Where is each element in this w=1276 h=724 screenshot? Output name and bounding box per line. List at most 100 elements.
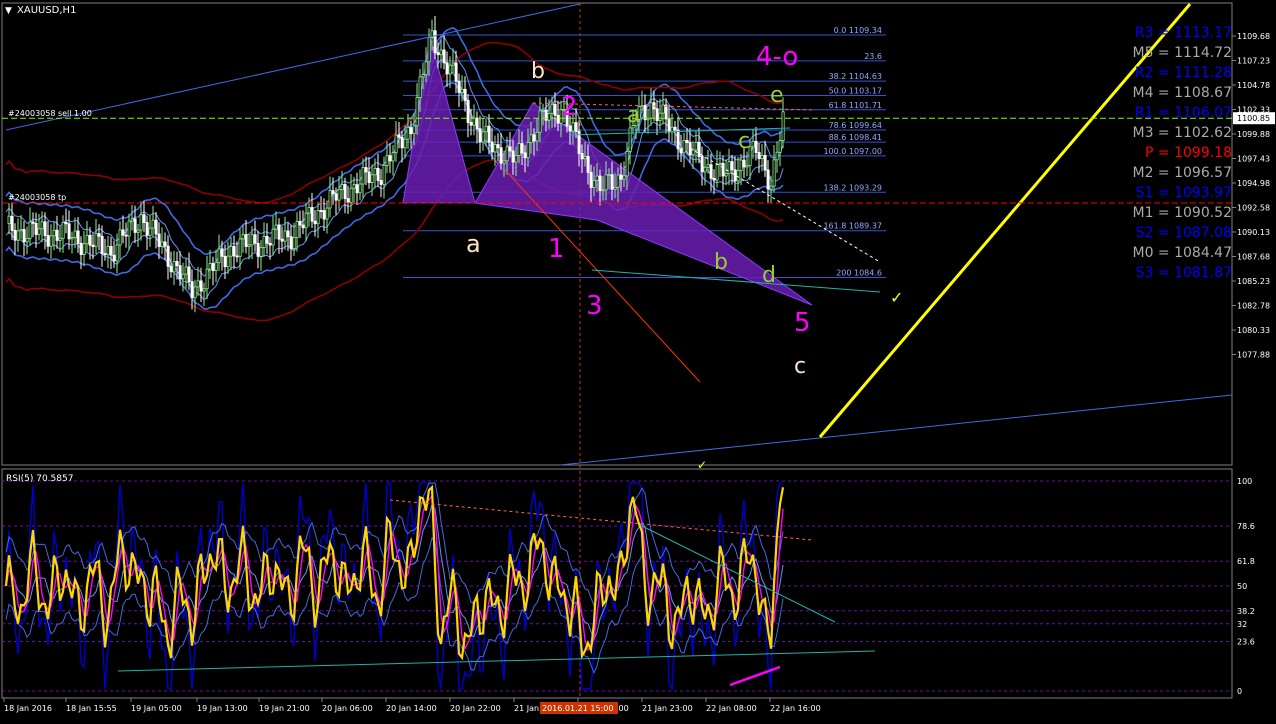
candle-body xyxy=(313,220,317,225)
candle-body xyxy=(376,168,380,181)
candle-body xyxy=(517,143,521,156)
candle-body xyxy=(508,146,512,152)
candle-body xyxy=(91,244,95,248)
candle-body xyxy=(82,243,86,255)
candle-body xyxy=(232,245,236,257)
candle-body xyxy=(325,207,329,220)
candle-body xyxy=(142,214,146,223)
candle-body xyxy=(292,237,296,249)
candle-body xyxy=(493,144,497,153)
pivot-level-text: M5 = 1114.72 xyxy=(1132,45,1232,61)
candle-body xyxy=(625,151,629,177)
candle-body xyxy=(448,64,452,75)
candle-body xyxy=(223,255,227,268)
candle-body xyxy=(76,230,80,244)
candle-body xyxy=(763,155,767,171)
candle-body xyxy=(340,184,344,190)
candle-body xyxy=(574,122,578,132)
candle-body xyxy=(211,263,215,272)
candle-body xyxy=(457,80,461,93)
candle-body xyxy=(73,230,77,238)
rsi-axis-label: 78.6 xyxy=(1237,522,1255,531)
time-highlight-label: 2016.01.21 15:00 xyxy=(542,704,613,713)
price-axis-label: 1107.23 xyxy=(1237,57,1270,66)
candle-body xyxy=(571,122,575,132)
candle-body xyxy=(610,174,614,190)
rsi-axis-label: 100 xyxy=(1237,477,1252,486)
candle-body xyxy=(154,219,158,235)
wave-label: a xyxy=(627,103,640,128)
candle-body xyxy=(424,61,428,75)
candle-body xyxy=(319,210,323,212)
candle-body xyxy=(664,104,668,120)
chevron-down-icon[interactable]: ▼ xyxy=(5,6,12,16)
fib-level-label: 200 1084.6 xyxy=(836,268,882,277)
candle-body xyxy=(478,128,482,143)
candle-body xyxy=(484,125,488,133)
rsi-axis-label: 50 xyxy=(1237,582,1247,591)
candle-body xyxy=(361,167,365,185)
symbol-title: XAUUSD,H1 xyxy=(17,5,76,16)
candle-body xyxy=(583,156,587,160)
order-tp-label: #24003058 tp xyxy=(8,193,66,202)
candle-body xyxy=(700,156,704,173)
fib-level-label: 78.6 1099.64 xyxy=(829,121,882,130)
candle-body xyxy=(649,102,653,119)
candle-body xyxy=(85,234,89,245)
candle-body xyxy=(736,170,740,182)
candle-body xyxy=(481,131,485,143)
candle-body xyxy=(286,230,290,238)
checkmark-icon: ✓ xyxy=(890,288,903,307)
time-axis-label: 19 Jan 13:00 xyxy=(197,704,248,713)
candle-body xyxy=(529,134,533,144)
candle-body xyxy=(13,229,17,241)
pivot-level-text: P = 1099.18 xyxy=(1145,145,1232,161)
candle-body xyxy=(100,235,104,254)
candle-body xyxy=(568,125,572,132)
candle-body xyxy=(274,224,278,230)
candle-body xyxy=(727,161,731,175)
candle-body xyxy=(451,62,455,66)
candle-body xyxy=(283,230,287,242)
candle-body xyxy=(697,141,701,157)
candle-body xyxy=(178,265,182,280)
candle-body xyxy=(109,246,113,256)
wave-label: e xyxy=(770,83,784,108)
candle-body xyxy=(346,198,350,204)
trendline-upper-channel xyxy=(5,3,581,131)
candle-body xyxy=(415,96,419,127)
pivot-level-text: S1 = 1093.97 xyxy=(1136,185,1232,201)
candle-body xyxy=(259,247,263,257)
candle-body xyxy=(184,266,188,275)
time-axis-label: 22 Jan 08:00 xyxy=(706,704,757,713)
candle-body xyxy=(172,261,176,273)
candle-body xyxy=(214,261,218,272)
trading-chart[interactable]: 0.0 1109.34 23.6 38.2 1104.63 50.0 1103.17 6… xyxy=(0,0,1276,720)
candle-body xyxy=(754,140,758,153)
rsi-trendline-resistance xyxy=(389,499,813,541)
candle-body xyxy=(367,171,371,183)
candle-body xyxy=(667,118,671,133)
wave-label: c xyxy=(794,354,806,379)
chart-canvas[interactable]: 0.0 1109.34 23.6 38.2 1104.63 50.0 1103.17 6… xyxy=(0,0,1276,720)
candle-body xyxy=(760,155,764,160)
candle-body xyxy=(682,139,686,154)
candle-body xyxy=(241,234,245,240)
candle-body xyxy=(253,234,257,244)
price-axis-label: 1085.23 xyxy=(1237,277,1270,286)
candle-body xyxy=(349,187,353,204)
candle-body xyxy=(730,161,734,171)
candle-body xyxy=(607,174,611,177)
candle-body xyxy=(655,108,659,121)
candle-body xyxy=(43,221,47,236)
candle-body xyxy=(532,134,536,142)
candle-body xyxy=(772,159,776,187)
candle-body xyxy=(298,221,302,226)
candle-body xyxy=(586,156,590,173)
candle-body xyxy=(388,155,392,162)
candle-body xyxy=(718,163,722,166)
fib-level-label: 38.2 1104.63 xyxy=(829,72,882,81)
pivot-level-text: R3 = 1113.17 xyxy=(1135,25,1232,41)
candle-body xyxy=(322,210,326,220)
candle-body xyxy=(112,254,116,262)
